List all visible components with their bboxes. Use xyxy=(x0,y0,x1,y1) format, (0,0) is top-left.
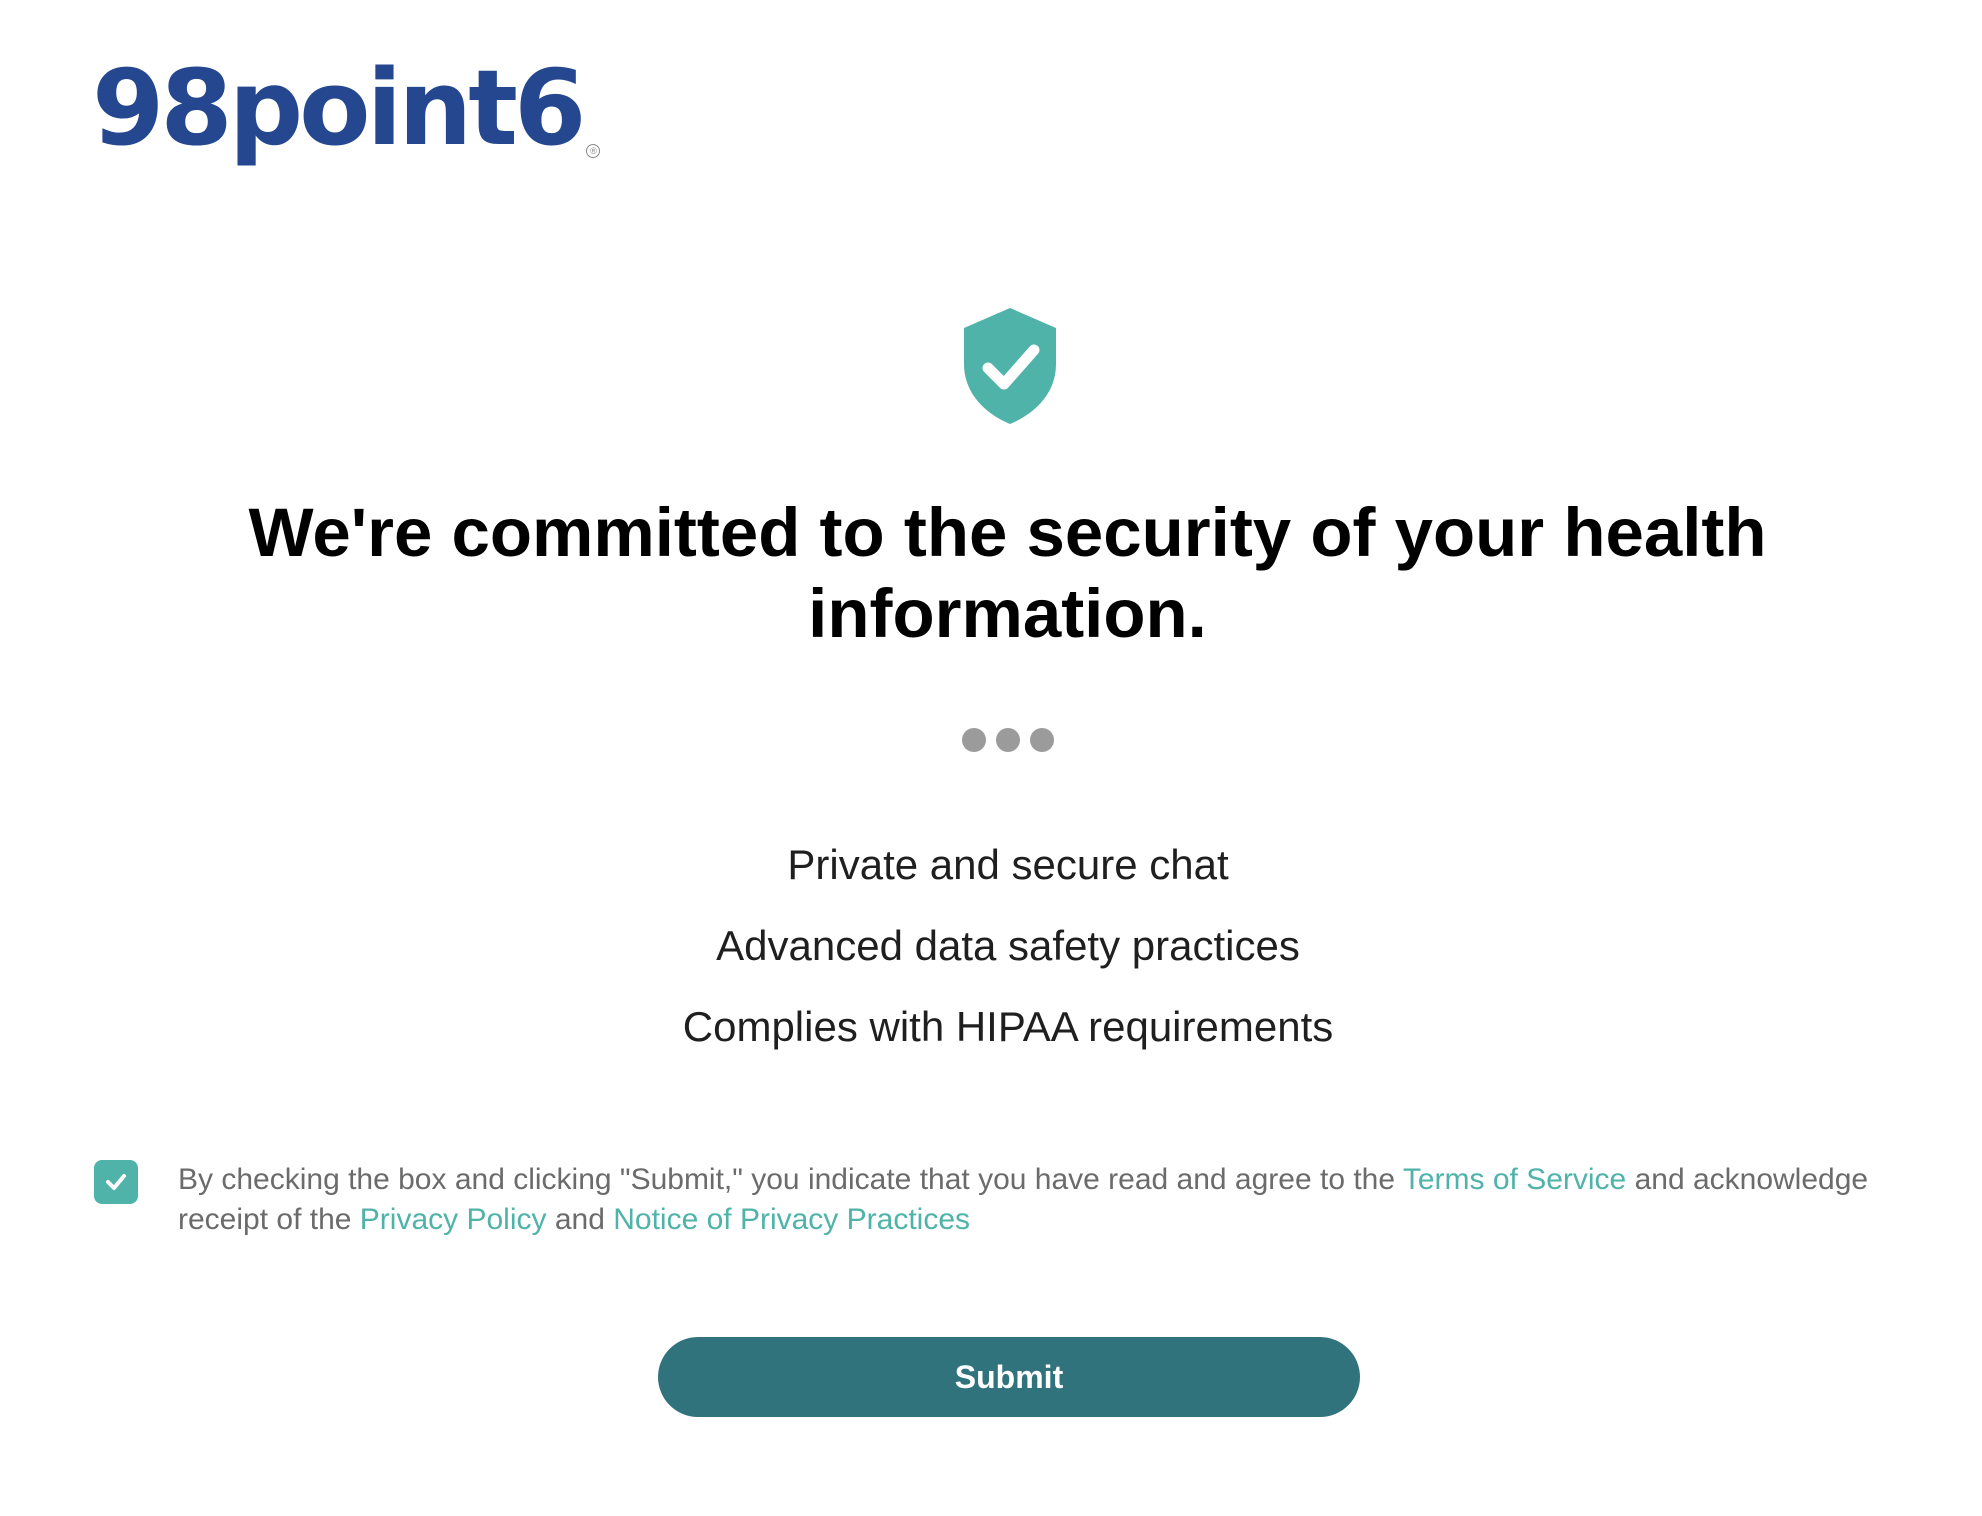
terms-of-service-link[interactable]: Terms of Service xyxy=(1403,1163,1626,1196)
consent-text: By checking the box and clicking "Submit… xyxy=(178,1160,1888,1240)
submit-button[interactable]: Submit xyxy=(658,1337,1360,1417)
progress-dot xyxy=(996,728,1020,752)
privacy-policy-link[interactable]: Privacy Policy xyxy=(360,1203,547,1236)
progress-dot xyxy=(962,728,986,752)
shield-check-icon xyxy=(964,308,1056,424)
progress-dots xyxy=(962,728,1054,752)
feature-list: Private and secure chat Advanced data sa… xyxy=(0,824,1982,1067)
consent-checkbox[interactable] xyxy=(94,1160,138,1204)
consent-text-part: By checking the box and clicking "Submit… xyxy=(178,1163,1403,1196)
brand-logo: 98point6 ® xyxy=(92,36,601,169)
progress-dot xyxy=(1030,728,1054,752)
brand-logo-text: 98point6 xyxy=(92,47,586,169)
page-title: We're committed to the security of your … xyxy=(248,494,1767,652)
checkmark-icon xyxy=(106,1174,126,1190)
notice-of-privacy-practices-link[interactable]: Notice of Privacy Practices xyxy=(613,1203,970,1236)
feature-item: Advanced data safety practices xyxy=(716,922,1300,969)
registered-mark: ® xyxy=(586,144,601,158)
consent-text-part: and xyxy=(546,1203,614,1236)
consent-section: By checking the box and clicking "Submit… xyxy=(94,1160,1894,1240)
feature-item: Complies with HIPAA requirements xyxy=(682,1003,1334,1050)
feature-item: Private and secure chat xyxy=(787,841,1229,888)
